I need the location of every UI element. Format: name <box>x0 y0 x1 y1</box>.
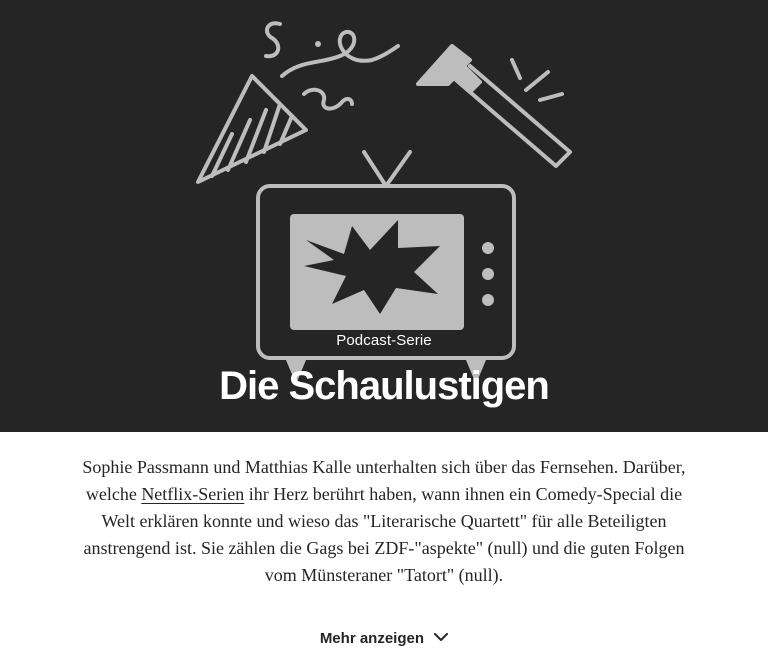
netflix-serien-link[interactable]: Netflix-Serien <box>141 484 244 504</box>
party-hat-icon <box>196 74 308 184</box>
confetti-icon <box>264 21 400 111</box>
podcast-title: Die Schaulustigen <box>219 364 550 408</box>
show-more-button[interactable]: Mehr anzeigen <box>0 630 768 647</box>
podcast-kicker: Podcast-Serie <box>336 332 432 349</box>
chevron-down-icon <box>434 633 449 642</box>
hammer-icon <box>416 44 572 168</box>
podcast-hero: Podcast-Serie Die Schaulustigen <box>0 0 768 432</box>
show-more-label: Mehr anzeigen <box>319 630 424 647</box>
podcast-description: Sophie Passmann und Matthias Kalle unter… <box>74 454 694 589</box>
tv-icon <box>256 150 516 384</box>
